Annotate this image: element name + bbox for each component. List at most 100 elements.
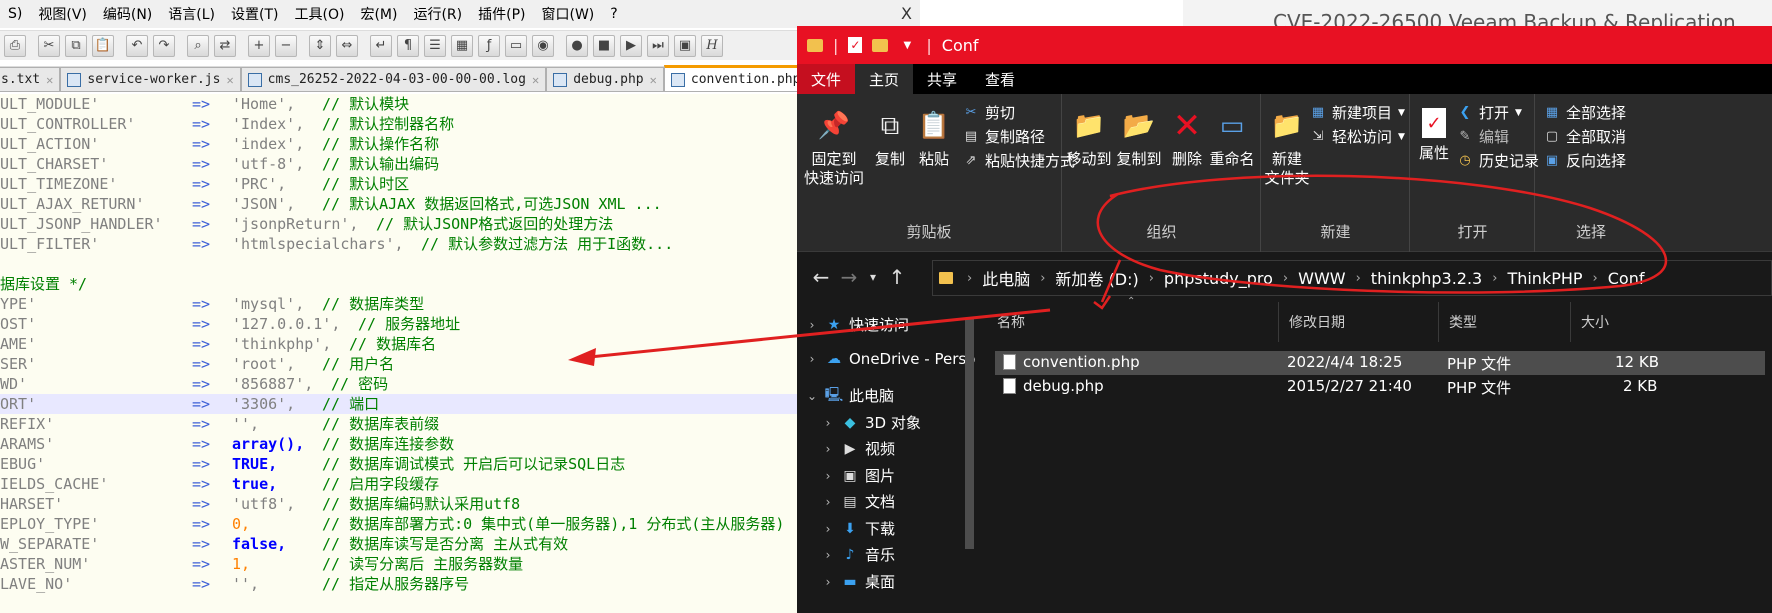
replace-icon[interactable]: ⇄ [214, 34, 236, 57]
breadcrumb[interactable]: › 此电脑 › 新加卷 (D:) › phpstudy_pro › WWW › … [932, 260, 1772, 296]
menu-item-settings[interactable]: 设置(T) [223, 4, 286, 24]
column-header-size[interactable]: 大小 [1571, 302, 1659, 342]
select-none-button[interactable]: ▢ 全部取消 [1544, 126, 1626, 147]
move-to-button[interactable]: 📁 移动到 [1063, 108, 1115, 169]
chevron-right-icon[interactable]: › [1277, 271, 1294, 286]
rename-button[interactable]: ▭ 重命名 [1207, 108, 1257, 169]
menu-item-tools[interactable]: 工具(O) [287, 4, 353, 24]
stop-macro-icon[interactable]: ■ [593, 34, 615, 57]
nav-onedrive[interactable]: › ☁ OneDrive - Perso [805, 350, 976, 368]
chevron-right-icon[interactable]: › [821, 575, 835, 589]
sync-vertical-icon[interactable]: ⇕ [309, 34, 331, 57]
tab-close-icon[interactable]: ✕ [532, 73, 539, 87]
function-list-icon[interactable]: ƒ [478, 34, 500, 57]
undo-icon[interactable]: ↶ [126, 34, 148, 57]
breadcrumb-thinkphp[interactable]: ThinkPHP [1503, 269, 1586, 288]
nav-documents[interactable]: › ▤ 文档 [821, 491, 895, 512]
redo-icon[interactable]: ↷ [153, 34, 175, 57]
save-macro-icon[interactable]: ▣ [674, 34, 696, 57]
tab-share[interactable]: 共享 [913, 64, 971, 94]
invert-selection-button[interactable]: ▣ 反向选择 [1544, 150, 1626, 171]
menu-item-view[interactable]: 视图(V) [30, 4, 95, 24]
copy-icon[interactable]: ⧉ [65, 34, 87, 57]
chevron-right-icon[interactable]: › [821, 548, 835, 562]
tab-debug-php[interactable]: debug.php ✕ [546, 67, 664, 91]
show-all-chars-icon[interactable]: ¶ [397, 34, 419, 57]
recent-chevron-icon[interactable]: ▾ [863, 270, 883, 284]
document-map-icon[interactable]: ▦ [451, 34, 473, 57]
new-folder-button[interactable]: 📁 新建 文件夹 [1262, 108, 1312, 188]
chevron-right-icon[interactable]: › [961, 271, 978, 286]
chevron-down-icon[interactable]: ▼ [898, 36, 916, 54]
select-all-button[interactable]: ▦ 全部选择 [1544, 102, 1626, 123]
file-row-convention[interactable]: convention.php 2022/4/4 18:25 PHP 文件 12 … [995, 351, 1765, 375]
breadcrumb-this-pc[interactable]: 此电脑 [978, 266, 1034, 290]
new-folder-quick-icon[interactable] [872, 38, 889, 52]
tab-txt-file[interactable]: s.txt ✕ [0, 67, 61, 91]
find-icon[interactable]: ⌕ [187, 34, 209, 57]
chevron-right-icon[interactable]: › [1587, 271, 1604, 286]
tab-close-icon[interactable]: ✕ [226, 73, 233, 87]
menu-item-macro[interactable]: 宏(M) [352, 4, 405, 24]
breadcrumb-phpstudy-pro[interactable]: phpstudy_pro [1160, 269, 1277, 288]
paste-shortcut-button[interactable]: ⇗ 粘贴快捷方式 [963, 150, 1075, 171]
nav-3d-objects[interactable]: › ◆ 3D 对象 [821, 412, 921, 433]
file-row-debug[interactable]: debug.php 2015/2/27 21:40 PHP 文件 2 KB [995, 375, 1765, 399]
nav-quick-access[interactable]: › ★ 快速访问 [805, 314, 909, 335]
sync-horizontal-icon[interactable]: ⇔ [336, 34, 358, 57]
copy-to-button[interactable]: 📂 复制到 [1113, 108, 1165, 169]
breadcrumb-www[interactable]: WWW [1294, 269, 1349, 288]
chevron-down-icon[interactable]: ⌄ [805, 389, 819, 403]
back-arrow-icon[interactable]: ← [807, 265, 835, 289]
chevron-right-icon[interactable]: › [821, 522, 835, 536]
close-doc-icon[interactable]: X [901, 4, 912, 23]
chevron-right-icon[interactable]: › [1143, 271, 1160, 286]
tab-view[interactable]: 查看 [971, 64, 1029, 94]
easy-access-button[interactable]: ⇲ 轻松访问 ▼ [1310, 126, 1405, 147]
nav-pane-scrollbar[interactable] [965, 319, 974, 549]
column-header-date-modified[interactable]: 修改日期 [1279, 302, 1439, 342]
breadcrumb-thinkphp-version[interactable]: thinkphp3.2.3 [1367, 269, 1486, 288]
monitor-icon[interactable]: ◉ [532, 34, 554, 57]
menu-item-encoding[interactable]: 编码(N) [95, 4, 160, 24]
paste-icon[interactable]: 📋 [92, 34, 114, 57]
menu-item-run[interactable]: 运行(R) [405, 4, 470, 24]
cut-icon[interactable]: ✂ [38, 34, 60, 57]
chevron-right-icon[interactable]: › [805, 318, 819, 332]
column-header-name[interactable]: 名称 [987, 302, 1279, 342]
tab-service-worker[interactable]: service-worker.js ✕ [60, 67, 241, 91]
up-arrow-icon[interactable]: ↑ [883, 265, 911, 289]
hex-editor-icon[interactable]: H [701, 34, 723, 57]
chevron-right-icon[interactable]: › [821, 442, 835, 456]
open-button[interactable]: ❮ 打开 ▼ [1457, 102, 1522, 123]
chevron-right-icon[interactable]: › [821, 416, 835, 430]
nav-this-pc[interactable]: ⌄ 🖳 此电脑 [805, 385, 894, 406]
nav-pictures[interactable]: › ▣ 图片 [821, 465, 895, 486]
zoom-in-icon[interactable]: + [248, 34, 270, 57]
history-button[interactable]: ◷ 历史记录 [1457, 150, 1539, 171]
nav-music[interactable]: › ♪ 音乐 [821, 544, 895, 565]
properties-button[interactable]: ✓ 属性 [1411, 108, 1457, 163]
tab-convention-php[interactable]: convention.php [663, 65, 808, 91]
breadcrumb-conf[interactable]: Conf [1604, 269, 1649, 288]
pin-to-quick-access-button[interactable]: 📌 固定到 快速访问 [803, 108, 865, 188]
menu-item-window[interactable]: 窗口(W) [534, 4, 603, 24]
nav-downloads[interactable]: › ⬇ 下载 [821, 518, 895, 539]
word-wrap-icon[interactable]: ↵ [370, 34, 392, 57]
folder-workspace-icon[interactable]: ▭ [505, 34, 527, 57]
menu-item-search[interactable]: S) [0, 6, 30, 22]
chevron-right-icon[interactable]: › [1486, 271, 1503, 286]
run-macro-multiple-icon[interactable]: ⏭ [647, 34, 669, 57]
menu-item-help[interactable]: ? [602, 6, 625, 22]
chevron-right-icon[interactable]: › [821, 495, 835, 509]
edit-button[interactable]: ✎ 编辑 [1457, 126, 1509, 147]
nav-videos[interactable]: › ▶ 视频 [821, 438, 895, 459]
zoom-out-icon[interactable]: − [275, 34, 297, 57]
column-header-type[interactable]: 类型 [1439, 302, 1571, 342]
chevron-right-icon[interactable]: › [821, 469, 835, 483]
delete-button[interactable]: ✕ 删除 [1167, 108, 1207, 169]
tab-file[interactable]: 文件 [797, 64, 856, 94]
copy-button[interactable]: ⧉ 复制 [869, 108, 911, 169]
tab-cms-log[interactable]: cms_26252-2022-04-03-00-00-00.log ✕ [240, 67, 547, 91]
chevron-right-icon[interactable]: › [805, 352, 819, 366]
